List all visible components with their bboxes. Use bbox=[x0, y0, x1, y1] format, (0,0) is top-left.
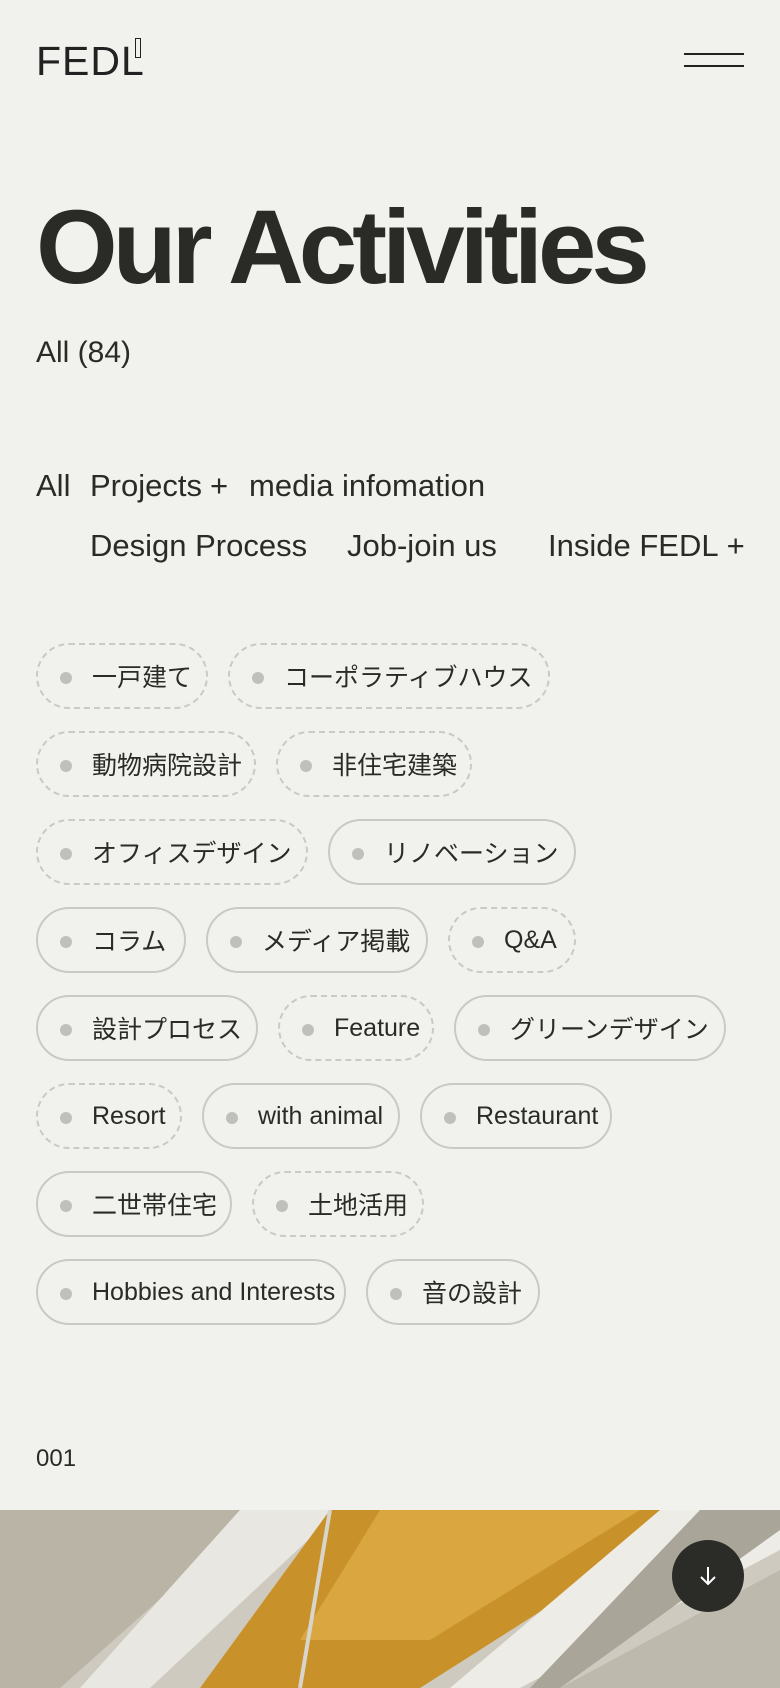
dot-icon bbox=[478, 1024, 490, 1036]
tag-label: Feature bbox=[334, 1013, 421, 1042]
dot-icon bbox=[60, 848, 72, 860]
menu-line bbox=[684, 65, 744, 67]
dot-icon bbox=[252, 672, 264, 684]
nav-media-infomation[interactable]: media infomation bbox=[249, 466, 485, 506]
tag-label: 非住宅建築 bbox=[332, 752, 458, 780]
tag-chip[interactable]: with animal bbox=[202, 1083, 400, 1149]
scroll-down-button[interactable] bbox=[672, 1540, 744, 1612]
tag-chip[interactable]: 非住宅建築 bbox=[276, 731, 472, 797]
nav-all[interactable]: All bbox=[36, 466, 70, 506]
dot-icon bbox=[60, 672, 72, 684]
tag-chip[interactable]: 土地活用 bbox=[252, 1171, 424, 1237]
tag-label: グリーンデザイン bbox=[510, 1016, 709, 1044]
tag-label: 動物病院設計 bbox=[92, 752, 243, 780]
dot-icon bbox=[60, 1112, 72, 1124]
tag-chip[interactable]: リノベーション bbox=[328, 819, 576, 885]
tag-chip[interactable]: Restaurant bbox=[420, 1083, 612, 1149]
tag-chip[interactable]: Feature bbox=[278, 995, 434, 1061]
tag-chip[interactable]: 動物病院設計 bbox=[36, 731, 256, 797]
tag-chip[interactable]: 設計プロセス bbox=[36, 995, 258, 1061]
item-number: 001 bbox=[36, 1445, 77, 1472]
tag-chip[interactable]: 音の設計 bbox=[366, 1259, 540, 1325]
nav-job-join-us[interactable]: Job-join us bbox=[347, 526, 497, 566]
dot-icon bbox=[352, 848, 364, 860]
nav-inside-fedl-label: Inside FEDL bbox=[548, 528, 719, 563]
arrow-down-icon bbox=[700, 1567, 716, 1586]
tag-chip[interactable]: 二世帯住宅 bbox=[36, 1171, 232, 1237]
dot-icon bbox=[276, 1200, 288, 1212]
tag-label: メディア掲載 bbox=[262, 928, 411, 956]
dot-icon bbox=[60, 1200, 72, 1212]
dot-icon bbox=[444, 1112, 456, 1124]
plus-icon: + bbox=[726, 528, 745, 563]
tag-label: with animal bbox=[258, 1101, 384, 1130]
total-count: All (84) bbox=[36, 336, 132, 369]
dot-icon bbox=[226, 1112, 238, 1124]
project-photo[interactable] bbox=[0, 1510, 780, 1688]
fedl-logo[interactable]: FEDL bbox=[36, 38, 145, 84]
tag-chip[interactable]: Q&A bbox=[448, 907, 576, 973]
tag-label: リノベーション bbox=[384, 840, 559, 868]
nav-projects-label: Projects bbox=[90, 468, 202, 503]
tag-chip[interactable]: オフィスデザイン bbox=[36, 819, 308, 885]
hamburger-menu-icon[interactable] bbox=[684, 50, 744, 70]
dot-icon bbox=[300, 760, 312, 772]
tag-label: 二世帯住宅 bbox=[92, 1192, 218, 1220]
tag-chip[interactable]: メディア掲載 bbox=[206, 907, 428, 973]
nav-projects[interactable]: Projects + bbox=[90, 466, 228, 506]
dot-icon bbox=[60, 760, 72, 772]
tag-label: オフィスデザイン bbox=[92, 840, 292, 868]
tag-label: Hobbies and Interests bbox=[92, 1277, 336, 1306]
tag-chip[interactable]: コーポラティブハウス bbox=[228, 643, 550, 709]
tag-chip[interactable]: Resort bbox=[36, 1083, 182, 1149]
dot-icon bbox=[390, 1288, 402, 1300]
dot-icon bbox=[230, 936, 242, 948]
tag-label: Restaurant bbox=[476, 1101, 599, 1130]
dot-icon bbox=[472, 936, 484, 948]
tag-label: コーポラティブハウス bbox=[284, 664, 533, 692]
logo-mark bbox=[135, 38, 141, 58]
architecture-photo bbox=[0, 1510, 780, 1688]
tag-label: Resort bbox=[92, 1101, 166, 1130]
tag-label: 一戸建て bbox=[92, 664, 193, 692]
page-title: Our Activities bbox=[36, 189, 650, 306]
tag-chip[interactable]: 一戸建て bbox=[36, 643, 208, 709]
tag-chip[interactable]: コラム bbox=[36, 907, 186, 973]
tag-label: 音の設計 bbox=[422, 1280, 523, 1308]
dot-icon bbox=[60, 936, 72, 948]
tag-chip[interactable]: Hobbies and Interests bbox=[36, 1259, 346, 1325]
menu-line bbox=[684, 53, 744, 55]
plus-icon: + bbox=[209, 468, 229, 503]
tag-label: Q&A bbox=[504, 925, 557, 954]
dot-icon bbox=[302, 1024, 314, 1036]
nav-inside-fedl[interactable]: Inside FEDL + bbox=[548, 526, 745, 566]
dot-icon bbox=[60, 1024, 72, 1036]
tag-label: 設計プロセス bbox=[92, 1016, 243, 1044]
dot-icon bbox=[60, 1288, 72, 1300]
tag-label: コラム bbox=[92, 928, 167, 956]
tag-chip[interactable]: グリーンデザイン bbox=[454, 995, 726, 1061]
tag-label: 土地活用 bbox=[308, 1192, 409, 1220]
nav-design-process[interactable]: Design Process bbox=[90, 526, 307, 566]
